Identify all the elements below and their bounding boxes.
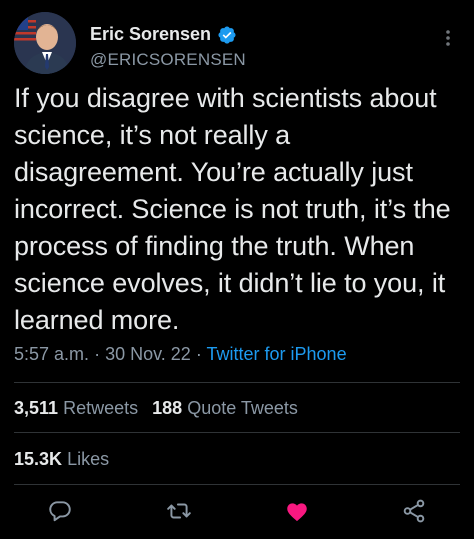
reply-icon[interactable] — [47, 498, 73, 524]
quote-tweets-label: Quote Tweets — [187, 398, 298, 418]
tweet-header: Eric Sorensen @ERICSORENSEN — [14, 12, 460, 76]
verified-badge-icon — [217, 25, 237, 45]
tweet-date[interactable]: 30 Nov. 22 — [105, 344, 191, 364]
avatar[interactable] — [14, 12, 76, 74]
user-handle[interactable]: @ERICSORENSEN — [90, 50, 246, 70]
divider — [14, 432, 460, 433]
likes-label: Likes — [67, 449, 110, 469]
share-stats: 3,511 Retweets 188 Quote Tweets — [14, 398, 298, 419]
tweet-time[interactable]: 5:57 a.m. — [14, 344, 89, 364]
divider — [14, 382, 460, 383]
action-bar — [0, 496, 474, 530]
meta-separator-2: · — [195, 344, 202, 364]
name-row: Eric Sorensen — [90, 24, 237, 45]
retweets-link[interactable]: 3,511 Retweets — [14, 398, 138, 418]
likes-link[interactable]: 15.3K Likes — [14, 449, 109, 469]
tweet-meta: 5:57 a.m. · 30 Nov. 22 · Twitter for iPh… — [14, 344, 347, 365]
divider — [14, 484, 460, 485]
display-name[interactable]: Eric Sorensen — [90, 24, 211, 45]
tweet-text: If you disagree with scientists about sc… — [14, 83, 451, 335]
quote-tweets-link[interactable]: 188 Quote Tweets — [152, 398, 298, 418]
retweets-count: 3,511 — [14, 398, 59, 418]
quote-tweets-count: 188 — [152, 398, 183, 418]
like-icon[interactable] — [284, 498, 310, 524]
tweet-source-link[interactable]: Twitter for iPhone — [207, 344, 347, 364]
likes-count: 15.3K — [14, 449, 63, 469]
more-options-icon[interactable] — [438, 26, 458, 50]
meta-separator: · — [94, 344, 101, 364]
share-icon[interactable] — [401, 498, 427, 524]
likes-stats: 15.3K Likes — [14, 449, 109, 470]
retweet-icon[interactable] — [166, 498, 192, 524]
retweets-label: Retweets — [63, 398, 139, 418]
